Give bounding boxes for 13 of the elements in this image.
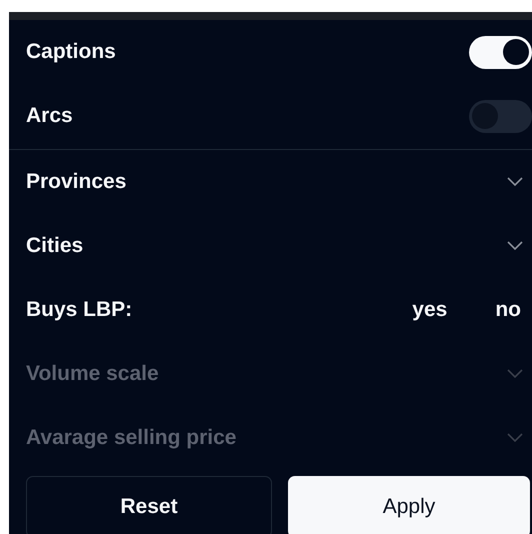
dropdown-label[interactable]: Provinces — [26, 170, 126, 194]
toggle-label: Captions — [26, 40, 116, 64]
toggle-label: Arcs — [26, 104, 73, 128]
apply-button[interactable]: Apply — [288, 476, 530, 534]
chevron-down-icon[interactable] — [507, 177, 523, 187]
toggle-switch[interactable] — [469, 36, 532, 68]
option-button[interactable]: no — [495, 298, 521, 322]
chevron-down-icon[interactable] — [507, 241, 523, 251]
filter-label: Buys LBP: — [26, 298, 132, 322]
option-button[interactable]: yes — [412, 298, 448, 322]
toggle-switch[interactable] — [469, 100, 532, 132]
dropdown-label[interactable]: Cities — [26, 234, 84, 258]
reset-button[interactable]: Reset — [26, 476, 272, 534]
